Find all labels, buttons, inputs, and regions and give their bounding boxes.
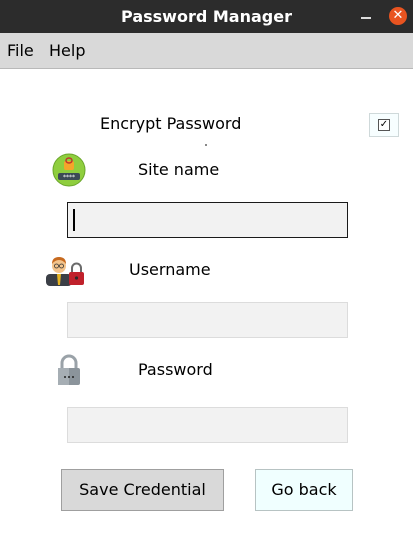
encrypt-password-checkbox[interactable]: ✓ — [369, 113, 399, 137]
username-label: Username — [129, 260, 211, 279]
divider-dot — [205, 144, 207, 146]
save-credential-button[interactable]: Save Credential — [61, 469, 224, 511]
site-badge-icon: **** — [52, 153, 86, 191]
password-input[interactable] — [67, 407, 348, 443]
checkbox-check-icon: ✓ — [378, 119, 390, 131]
go-back-button[interactable]: Go back — [255, 469, 353, 511]
menu-help[interactable]: Help — [49, 33, 85, 68]
site-name-label: Site name — [138, 160, 220, 179]
padlock-icon — [57, 354, 81, 390]
menu-bar: File Help — [0, 33, 413, 69]
window-title: Password Manager — [121, 7, 292, 26]
text-cursor — [73, 209, 75, 231]
site-name-input[interactable] — [67, 202, 348, 238]
close-icon[interactable]: ✕ — [389, 7, 407, 25]
encrypt-password-label: Encrypt Password — [100, 114, 242, 133]
user-lock-icon — [44, 254, 86, 290]
username-input[interactable] — [67, 302, 348, 338]
title-bar: Password Manager ✕ — [0, 0, 413, 33]
minimize-icon[interactable] — [358, 10, 374, 24]
svg-text:****: **** — [63, 174, 75, 181]
password-label: Password — [138, 360, 213, 379]
menu-file[interactable]: File — [7, 33, 34, 68]
